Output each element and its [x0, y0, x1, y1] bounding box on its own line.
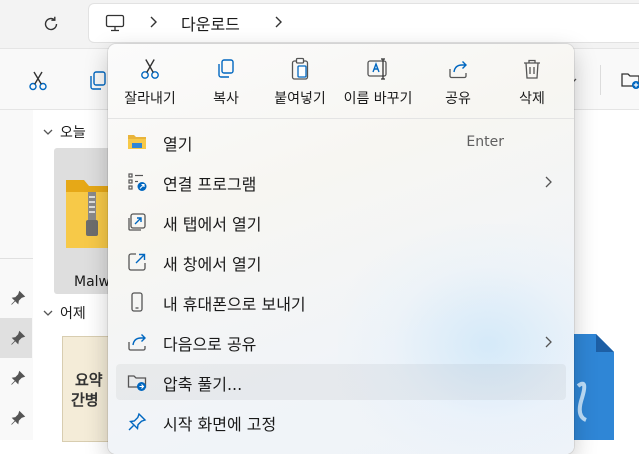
copy-icon	[218, 59, 234, 78]
phone-icon	[131, 292, 143, 312]
menu-item-send-to-phone[interactable]: 내 휴대폰으로 보내기	[116, 284, 566, 320]
navigation-pane	[0, 110, 33, 440]
context-menu-quick-actions: 잘라내기 복사 붙여넣기 이름 바꾸기 공유 삭제	[108, 44, 574, 118]
chevron-right-icon	[545, 336, 552, 348]
menu-item-label: 압축 풀기...	[163, 375, 243, 394]
shortcut-label: Enter	[466, 134, 504, 150]
refresh-icon	[44, 16, 58, 31]
refresh-button[interactable]	[36, 9, 66, 39]
menu-item-extract[interactable]: 압축 풀기...	[116, 364, 566, 400]
menu-item-open-new-window[interactable]: 새 창에서 열기	[116, 244, 566, 280]
address-field[interactable]: 다운로드	[88, 3, 639, 43]
nav-divider	[0, 258, 33, 259]
menu-item-open-new-tab[interactable]: 새 탭에서 열기	[116, 204, 566, 240]
share-icon	[449, 61, 467, 79]
menu-item-open-with[interactable]: 연결 프로그램	[116, 164, 566, 200]
cut-label: 잘라내기	[124, 91, 176, 107]
thumbnail-text: 간병	[71, 391, 99, 409]
copy-icon[interactable]	[88, 70, 108, 92]
rename-icon	[367, 58, 387, 80]
menu-item-label: 새 탭에서 열기	[163, 215, 262, 234]
file-name: Malw	[74, 274, 110, 290]
menu-item-share-to[interactable]: 다음으로 공유	[116, 324, 566, 360]
menu-divider	[108, 118, 574, 119]
menu-item-label: 열기	[163, 135, 193, 154]
this-pc-icon	[105, 14, 125, 32]
menu-item-label: 연결 프로그램	[163, 175, 257, 194]
paste-button[interactable]: 붙여넣기	[260, 44, 340, 118]
group-header-today[interactable]: 오늘	[42, 122, 86, 142]
pin-icon[interactable]	[10, 290, 26, 306]
menu-item-open[interactable]: 열기 Enter	[116, 124, 566, 160]
menu-item-label: 다음으로 공유	[163, 335, 257, 354]
copy-label: 복사	[213, 91, 239, 107]
cut-button[interactable]: 잘라내기	[110, 44, 190, 118]
chevron-down-icon	[43, 310, 53, 316]
rename-label: 이름 바꾸기	[343, 91, 413, 107]
new-window-icon	[128, 253, 146, 271]
delete-icon	[524, 59, 540, 79]
breadcrumb-downloads[interactable]: 다운로드	[181, 11, 240, 35]
pin-icon[interactable]	[10, 410, 26, 426]
menu-item-label: 내 휴대폰으로 보내기	[163, 295, 306, 314]
cut-icon	[141, 59, 159, 79]
chevron-right-icon[interactable]	[147, 14, 161, 30]
paste-label: 붙여넣기	[274, 91, 326, 107]
menu-item-label: 새 창에서 열기	[163, 255, 262, 274]
blue-file-icon[interactable]	[574, 334, 614, 440]
new-tab-icon	[128, 213, 146, 231]
folder-open-icon	[128, 135, 146, 149]
menu-item-pin-to-start[interactable]: 시작 화면에 고정	[116, 404, 566, 440]
rename-button[interactable]: 이름 바꾸기	[338, 44, 418, 118]
copy-button[interactable]: 복사	[186, 44, 266, 118]
new-folder-icon[interactable]	[620, 69, 639, 91]
menu-item-label: 시작 화면에 고정	[163, 415, 277, 434]
share-button[interactable]: 공유	[418, 44, 498, 118]
pin-icon[interactable]	[10, 330, 26, 346]
chevron-right-icon	[545, 176, 552, 188]
pin-icon	[128, 412, 147, 431]
address-bar-area: 다운로드	[0, 0, 639, 49]
thumbnail-text: 요약	[75, 371, 103, 389]
paste-icon	[291, 57, 309, 80]
open-with-icon	[128, 173, 147, 191]
group-label: 오늘	[60, 125, 86, 141]
delete-label: 삭제	[519, 91, 545, 107]
context-menu: 잘라내기 복사 붙여넣기 이름 바꾸기 공유 삭제 열기 Enter 연결 프로…	[108, 44, 574, 454]
cut-icon[interactable]	[27, 70, 49, 92]
group-header-yesterday[interactable]: 어제	[42, 303, 86, 323]
share-label: 공유	[445, 91, 471, 107]
extract-icon	[127, 375, 147, 391]
toolbar-divider	[600, 65, 601, 95]
share-to-icon	[128, 334, 146, 351]
pin-icon[interactable]	[10, 370, 26, 386]
delete-button[interactable]: 삭제	[492, 44, 572, 118]
group-label: 어제	[60, 306, 86, 322]
chevron-right-icon[interactable]	[272, 14, 286, 30]
chevron-down-icon	[43, 129, 53, 135]
